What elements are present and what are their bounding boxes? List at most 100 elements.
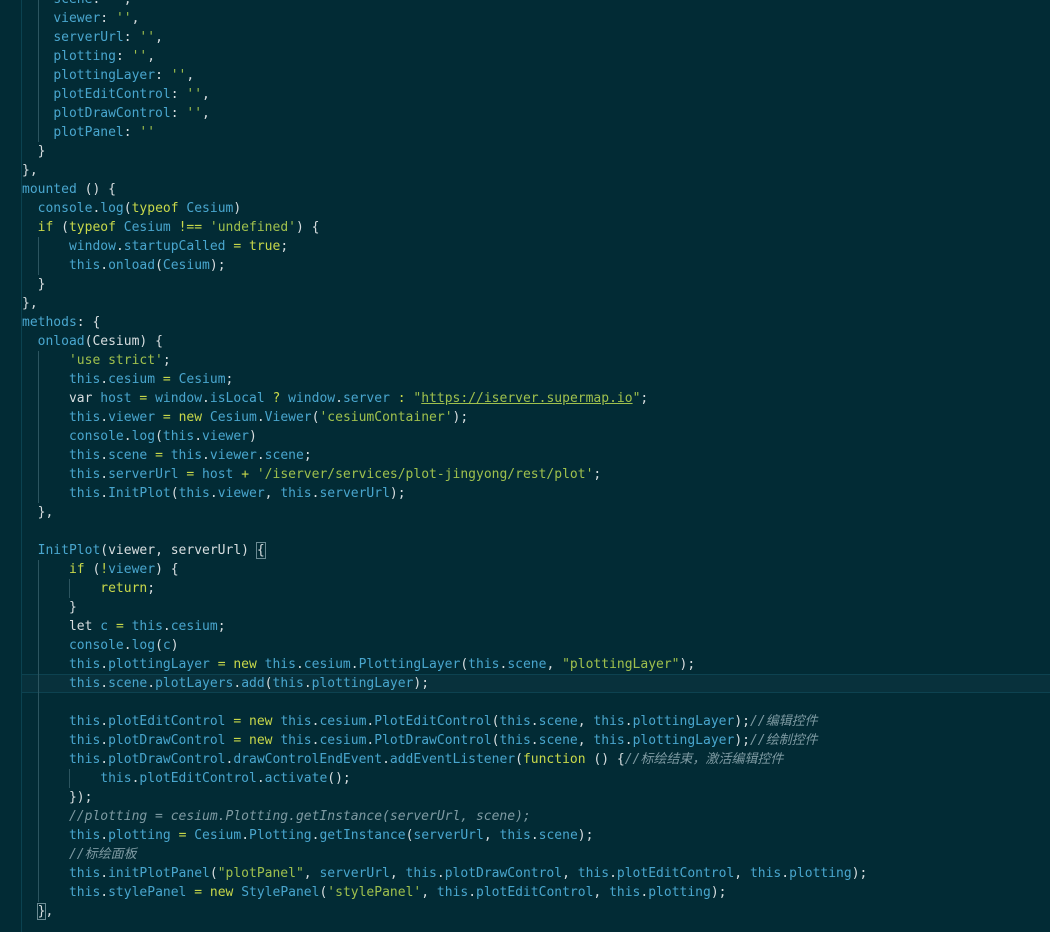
code-line[interactable]: this.plottingLayer = new this.cesium.Plo… xyxy=(69,655,695,674)
code-token: this xyxy=(68,885,101,900)
code-token: ); xyxy=(452,410,469,425)
code-token: plotEditControl xyxy=(139,771,257,786)
code-token: : '' xyxy=(92,0,123,7)
code-token: cesium xyxy=(303,657,351,672)
code-line[interactable]: this.stylePanel = new StylePanel('styleP… xyxy=(69,883,727,902)
code-token: if xyxy=(68,562,85,577)
code-line[interactable]: methods: { xyxy=(22,313,100,332)
code-token: viewer xyxy=(53,11,101,26)
code-line[interactable]: this.serverUrl = host + '/iserver/servic… xyxy=(69,465,601,484)
code-token: . xyxy=(233,676,242,691)
code-line[interactable]: this.viewer = new Cesium.Viewer('cesiumC… xyxy=(69,408,468,427)
code-token: ( xyxy=(209,866,218,881)
code-line[interactable]: var host = window.isLocal ? window.serve… xyxy=(69,389,648,408)
code-token: this xyxy=(499,828,531,843)
code-line[interactable]: let c = this.cesium; xyxy=(69,617,226,636)
code-line[interactable]: 'use strict'; xyxy=(69,351,171,370)
code-token: = xyxy=(217,657,226,672)
code-line[interactable]: }); xyxy=(69,788,92,807)
code-token: ); xyxy=(851,866,868,881)
code-token: , xyxy=(155,30,163,45)
code-editor[interactable]: scene: '',viewer: '',serverUrl: '',plott… xyxy=(0,0,1050,932)
code-line[interactable]: }, xyxy=(22,161,38,180)
gutter-edge xyxy=(21,0,22,932)
code-line[interactable]: this.scene.plotLayers.add(this.plottingL… xyxy=(69,674,429,693)
code-token: plottingLayer xyxy=(632,714,735,729)
code-token: return xyxy=(100,581,148,596)
code-line[interactable]: InitPlot(viewer, serverUrl) { xyxy=(38,541,266,560)
code-token: !== xyxy=(178,220,203,235)
code-line[interactable]: scene: '', xyxy=(53,0,131,9)
code-token: console xyxy=(37,201,93,216)
code-token: : xyxy=(115,49,132,64)
code-token: ( xyxy=(264,676,273,691)
code-line[interactable]: serverUrl: '', xyxy=(53,28,163,47)
code-token: }, xyxy=(22,163,38,178)
code-token: }, xyxy=(37,505,54,520)
code-line[interactable]: console.log(this.viewer) xyxy=(69,427,257,446)
code-line[interactable]: viewer: '', xyxy=(53,9,139,28)
code-line[interactable]: console.log(typeof Cesium) xyxy=(38,199,242,218)
code-line[interactable]: plotting: '', xyxy=(53,47,155,66)
code-line[interactable]: this.cesium = Cesium; xyxy=(69,370,233,389)
code-line[interactable]: mounted () { xyxy=(22,180,116,199)
code-line[interactable]: plotEditControl: '', xyxy=(53,85,210,104)
code-token: "plotPanel" xyxy=(217,866,304,881)
code-line[interactable]: if (typeof Cesium !== 'undefined') { xyxy=(38,218,320,237)
code-line[interactable]: this.initPlotPanel("plotPanel", serverUr… xyxy=(69,864,867,883)
code-line[interactable]: this.InitPlot(this.viewer, this.serverUr… xyxy=(69,484,406,503)
code-token: add xyxy=(241,676,265,691)
code-line[interactable]: } xyxy=(38,142,46,161)
code-token: cesium xyxy=(108,372,156,387)
code-token: , xyxy=(421,885,437,900)
code-line[interactable]: this.plotting = Cesium.Plotting.getInsta… xyxy=(69,826,593,845)
code-token: onload xyxy=(108,258,156,273)
code-line[interactable]: return; xyxy=(100,579,155,598)
code-line[interactable]: this.plotDrawControl.drawControlEndEvent… xyxy=(69,750,783,769)
code-line[interactable]: this.plotDrawControl = new this.cesium.P… xyxy=(69,731,818,750)
code-line[interactable]: onload(Cesium) { xyxy=(38,332,163,351)
code-line[interactable]: }, xyxy=(22,294,38,313)
code-token: this xyxy=(68,676,101,691)
code-line[interactable]: console.log(c) xyxy=(69,636,179,655)
code-token: isLocal xyxy=(209,391,265,406)
code-line[interactable]: if (!viewer) { xyxy=(69,560,179,579)
code-line[interactable]: }, xyxy=(36,902,53,921)
code-line[interactable]: plotPanel: '' xyxy=(53,123,155,142)
code-token: . xyxy=(100,657,109,672)
code-token: , xyxy=(264,486,281,501)
code-token: serverUrl xyxy=(108,467,179,482)
code-line[interactable]: this.onload(Cesium); xyxy=(69,256,226,275)
code-token: . xyxy=(194,429,203,444)
code-token: function xyxy=(522,752,586,767)
code-token: . xyxy=(530,828,539,843)
code-line[interactable]: }, xyxy=(38,503,54,522)
code-token: . xyxy=(115,239,124,254)
code-line[interactable]: this.scene = this.viewer.scene; xyxy=(69,446,312,465)
code-line[interactable]: plottingLayer: '', xyxy=(53,66,194,85)
code-token: serverUrl xyxy=(413,828,484,843)
code-token: . xyxy=(100,714,109,729)
code-line[interactable]: //plotting = cesium.Plotting.getInstance… xyxy=(69,807,531,826)
code-line[interactable]: //标绘面板 xyxy=(69,845,137,864)
code-token: . xyxy=(100,486,109,501)
code-token: this xyxy=(68,410,101,425)
code-token: ( xyxy=(155,638,163,653)
code-line[interactable]: plotDrawControl: '', xyxy=(53,104,210,123)
code-line[interactable]: this.plotEditControl.activate(); xyxy=(100,769,350,788)
code-token: window xyxy=(155,391,203,406)
code-token: host xyxy=(202,467,234,482)
code-line[interactable]: window.startupCalled = true; xyxy=(69,237,288,256)
code-token: addEventListener xyxy=(389,752,516,767)
code-token: plottingLayer xyxy=(311,676,414,691)
code-token: //编辑控件 xyxy=(749,714,818,729)
code-line[interactable]: this.plotEditControl = new this.cesium.P… xyxy=(69,712,818,731)
code-token: new xyxy=(233,657,257,672)
code-token: true xyxy=(249,239,281,254)
code-line[interactable]: } xyxy=(69,598,77,617)
code-line[interactable]: } xyxy=(38,275,46,294)
